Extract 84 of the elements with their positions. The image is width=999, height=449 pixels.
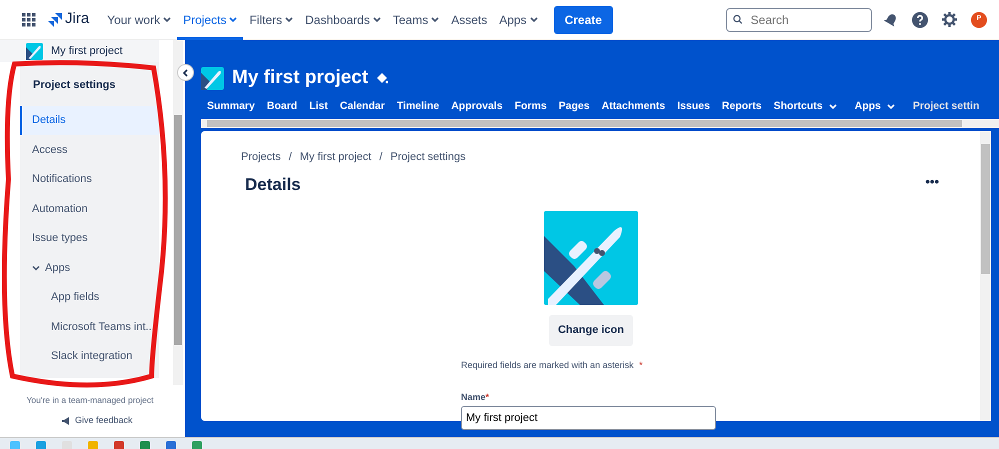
project-tab[interactable]: Board: [260, 99, 304, 115]
breadcrumb-link[interactable]: Projects: [241, 149, 281, 166]
taskbar-app-icon[interactable]: [114, 441, 124, 449]
project-tab[interactable]: Reports: [716, 99, 768, 115]
project-avatar-icon: [26, 42, 43, 60]
required-fields-note: Required fields are marked with an asterisk *: [461, 359, 644, 372]
project-avatar-icon: [544, 211, 638, 305]
project-tab[interactable]: Approvals: [445, 99, 509, 115]
nav-menu-item[interactable]: Apps: [493, 0, 544, 40]
chevron-down-icon: [32, 264, 40, 272]
breadcrumb-separator: /: [379, 150, 382, 165]
taskbar-app-icon[interactable]: [166, 441, 176, 449]
jira-logo[interactable]: Jira: [48, 8, 90, 31]
project-tab[interactable]: Pages: [552, 99, 596, 115]
caret-icon: [285, 16, 294, 22]
caret-icon: [530, 16, 538, 22]
horizontal-scrollbar[interactable]: [201, 119, 999, 128]
project-tab[interactable]: List: [303, 99, 334, 115]
create-button[interactable]: Create: [554, 6, 613, 34]
app-grid-icon[interactable]: [22, 12, 36, 26]
sidebar-item[interactable]: Apps: [20, 253, 159, 282]
taskbar-app-icon[interactable]: [140, 441, 150, 449]
sidebar-item[interactable]: Automation: [20, 194, 159, 224]
scrollbar[interactable]: [173, 40, 183, 385]
sidebar-project-link[interactable]: My first project: [0, 40, 159, 62]
team-managed-note: You're in a team-managed project: [26, 394, 154, 407]
nav-menu-item[interactable]: Assets: [445, 0, 494, 40]
sidebar-heading: Project settings: [32, 78, 117, 93]
scrollbar-thumb[interactable]: [981, 144, 990, 274]
sidebar-item[interactable]: Slack integration: [20, 342, 159, 371]
taskbar-app-icon[interactable]: [192, 441, 202, 449]
caret-icon: [229, 16, 238, 22]
caret-icon: [431, 16, 440, 22]
more-actions-button[interactable]: •••: [921, 175, 943, 188]
caret-icon: [163, 16, 172, 22]
give-feedback-link[interactable]: Give feedback: [62, 414, 133, 428]
help-icon[interactable]: [912, 12, 928, 28]
project-title: My first project: [232, 66, 368, 90]
project-tab[interactable]: Timeline: [390, 99, 446, 115]
caret-icon: [372, 16, 381, 22]
project-tab[interactable]: Calendar: [334, 99, 391, 115]
sidebar-item[interactable]: Microsoft Teams int...: [20, 312, 159, 342]
search-field[interactable]: Search: [748, 10, 865, 30]
megaphone-icon: [62, 416, 71, 425]
project-tab[interactable]: Shortcuts: [768, 99, 849, 115]
sidebar-item[interactable]: Issue types: [20, 224, 159, 253]
scrollbar-thumb[interactable]: [174, 115, 182, 345]
taskbar-app-icon[interactable]: [10, 441, 20, 449]
settings-icon[interactable]: [942, 12, 957, 27]
change-icon-button[interactable]: Change icon: [548, 315, 633, 346]
scrollbar-thumb[interactable]: [207, 120, 962, 127]
breadcrumb-link[interactable]: My first project: [300, 149, 372, 166]
field-label: Name*: [461, 390, 490, 404]
jira-logo-icon: [48, 12, 62, 26]
name-input-field[interactable]: My first project: [461, 406, 716, 430]
nav-menu-item[interactable]: Filters: [243, 0, 300, 40]
taskbar-app-icon[interactable]: [88, 441, 98, 449]
nav-menu-item[interactable]: Your work: [101, 0, 178, 40]
taskbar-app-icon[interactable]: [36, 441, 46, 449]
nav-menu-item[interactable]: Teams: [386, 0, 446, 40]
notification-bell-icon[interactable]: [884, 12, 898, 26]
caret-icon: [828, 104, 837, 110]
nav-menu-item[interactable]: Projects: [177, 0, 244, 40]
project-tab[interactable]: Summary: [201, 99, 261, 115]
project-tab[interactable]: Attachments: [596, 99, 672, 115]
search-box[interactable]: Search: [726, 8, 872, 32]
project-tab[interactable]: Forms: [508, 99, 553, 115]
chevron-left-icon: [182, 68, 189, 76]
project-tab[interactable]: Issues: [671, 99, 716, 115]
sidebar-item[interactable]: App fields: [20, 282, 159, 312]
scrollbar[interactable]: [980, 131, 991, 421]
project-tab[interactable]: Project settin: [906, 99, 986, 115]
caret-icon: [886, 104, 895, 110]
sidebar-item[interactable]: Details: [20, 106, 159, 135]
sidebar-item[interactable]: Notifications: [20, 164, 159, 194]
breadcrumb-link[interactable]: Project settings: [390, 149, 466, 166]
nav-menu-item[interactable]: Dashboards: [299, 0, 387, 40]
page-title: Details: [245, 174, 301, 196]
sidebar-item[interactable]: Access: [20, 135, 159, 164]
breadcrumb-separator: /: [288, 150, 292, 165]
paint-bucket-icon[interactable]: [376, 72, 388, 84]
project-avatar-icon: [201, 66, 224, 90]
search-icon: [733, 14, 743, 25]
project-tab[interactable]: Apps: [848, 99, 907, 115]
